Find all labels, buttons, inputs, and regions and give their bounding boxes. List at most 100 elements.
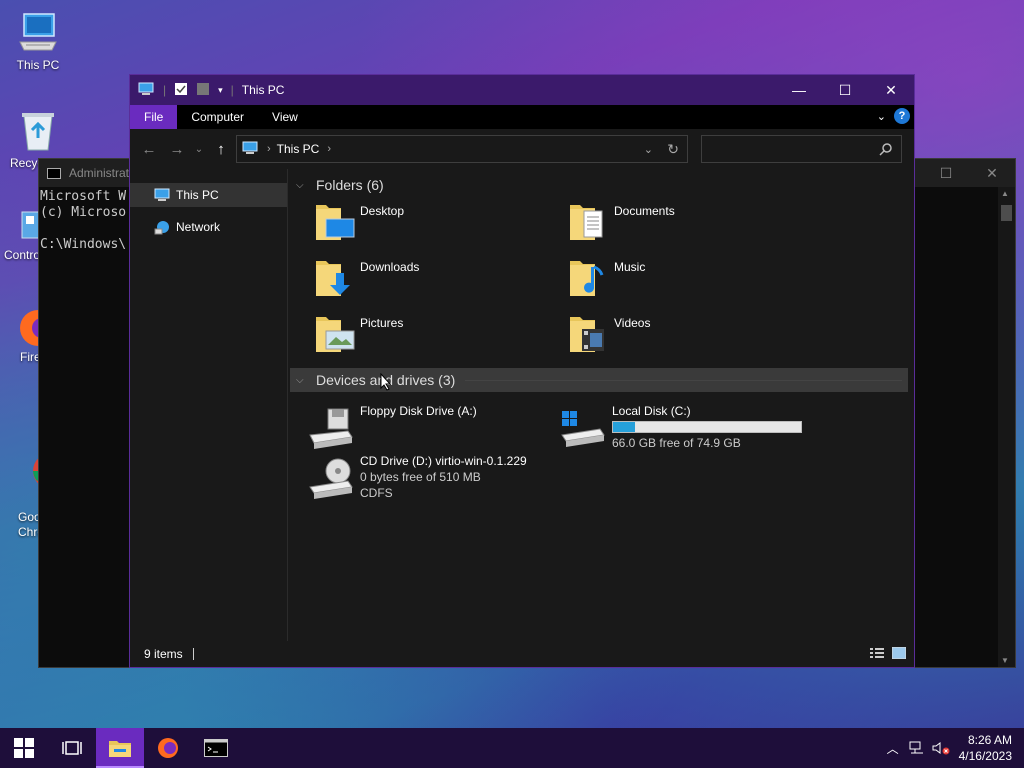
help-icon[interactable]: ? (894, 108, 910, 124)
chevron-down-icon[interactable]: ⌵ (296, 180, 310, 191)
sidebar-item-network[interactable]: Network (130, 215, 287, 239)
music-folder-icon (568, 255, 610, 299)
sidebar-item-this-pc[interactable]: This PC (130, 183, 287, 207)
this-pc-address-icon (241, 141, 259, 158)
show-hidden-icons-icon[interactable]: ︿ (881, 740, 905, 757)
tab-file[interactable]: File (130, 105, 178, 129)
start-button[interactable] (0, 728, 48, 768)
chevron-right-icon[interactable]: › (327, 143, 331, 155)
downloads-folder-icon (314, 255, 356, 299)
new-folder-icon[interactable] (196, 82, 210, 99)
tab-view[interactable]: View (258, 105, 312, 129)
drive-label: Floppy Disk Drive (A:) (360, 404, 477, 418)
taskbar: ︿ 8:26 AM 4/16/2023 (0, 728, 1024, 768)
folder-label: Downloads (360, 260, 420, 274)
group-title: Folders (6) (316, 177, 384, 193)
folder-desktop[interactable]: Desktop (314, 199, 554, 249)
navigation-bar: ← → ⌄ ↑ › This PC › ⌄ ↻ (130, 129, 914, 169)
desktop-icon-label: Goo Chro (18, 510, 45, 539)
recent-locations-icon[interactable]: ⌄ (191, 135, 207, 163)
clock-time: 8:26 AM (967, 733, 1012, 747)
firefox-icon (158, 738, 178, 758)
search-input[interactable] (701, 135, 902, 163)
explorer-title-bar[interactable]: | ▾ | This PC — ☐ ✕ (130, 75, 914, 105)
chevron-right-icon[interactable]: › (267, 143, 271, 155)
forward-button[interactable]: → (163, 135, 191, 163)
drive-local-c[interactable]: Local Disk (C:) 66.0 GB free of 74.9 GB (560, 403, 810, 459)
task-view-icon (62, 741, 82, 755)
desktop-icon-label: This PC (16, 58, 60, 72)
windows-logo-icon (14, 738, 34, 758)
desktop-icon-firefox[interactable]: Fire (0, 306, 56, 364)
tab-computer[interactable]: Computer (177, 105, 258, 129)
large-icons-view-icon[interactable] (891, 646, 907, 662)
chevron-down-icon[interactable]: ⌄ (644, 143, 653, 156)
desktop-icon-label: Fire (20, 350, 41, 364)
maximize-button[interactable]: ☐ (822, 75, 868, 105)
cmd-scroll-thumb[interactable] (1001, 205, 1012, 221)
folders-group-header[interactable]: ⌵ Folders (6) (290, 173, 908, 197)
cmd-maximize-button[interactable]: ☐ (923, 159, 969, 187)
expand-ribbon-icon[interactable]: ⌄ (877, 110, 886, 123)
up-button[interactable]: ↑ (207, 135, 235, 163)
drive-filesystem: CDFS (360, 486, 393, 500)
computer-icon (154, 188, 170, 202)
drive-label: CD Drive (D:) virtio-win-0.1.229 (360, 454, 527, 468)
chevron-down-icon[interactable]: ⌵ (296, 375, 310, 386)
task-view-button[interactable] (48, 728, 96, 768)
folder-videos[interactable]: Videos (568, 311, 808, 361)
cmd-close-button[interactable]: ✕ (969, 159, 1015, 187)
taskbar-file-explorer[interactable] (96, 728, 144, 768)
close-button[interactable]: ✕ (868, 75, 914, 105)
cmd-scrollbar[interactable]: ▲ ▼ (998, 187, 1015, 667)
folder-music[interactable]: Music (568, 255, 808, 305)
scroll-up-icon[interactable]: ▲ (1001, 189, 1009, 198)
drive-label: Local Disk (C:) (612, 404, 691, 418)
folder-label: Pictures (360, 316, 404, 330)
folder-downloads[interactable]: Downloads (314, 255, 554, 305)
content-pane[interactable]: ⌵ Folders (6) Desktop Documents Download… (288, 169, 914, 641)
search-icon[interactable] (879, 142, 893, 159)
drive-floppy[interactable]: Floppy Disk Drive (A:) (308, 403, 558, 459)
taskbar-command-prompt[interactable] (192, 728, 240, 768)
volume-muted-icon[interactable] (929, 741, 953, 755)
status-separator (192, 648, 194, 660)
group-divider (465, 379, 902, 381)
folder-documents[interactable]: Documents (568, 199, 808, 249)
system-tray: ︿ 8:26 AM 4/16/2023 (881, 728, 1024, 768)
desktop-folder-icon (314, 199, 356, 243)
local-disk-icon (560, 407, 606, 449)
drive-cd-d[interactable]: CD Drive (D:) virtio-win-0.1.229 0 bytes… (308, 453, 558, 509)
customize-qat-icon[interactable]: ▾ (218, 85, 223, 96)
properties-icon[interactable] (174, 82, 188, 99)
folder-pictures[interactable]: Pictures (314, 311, 554, 361)
cmd-title: Administrat (69, 166, 130, 180)
drive-free-space: 0 bytes free of 510 MB (360, 470, 481, 484)
this-pc-small-icon (137, 82, 155, 99)
folder-label: Documents (614, 204, 675, 218)
scroll-down-icon[interactable]: ▼ (1001, 656, 1009, 665)
window-title: This PC (241, 83, 285, 97)
refresh-icon[interactable]: ↻ (667, 141, 679, 158)
file-explorer-window[interactable]: | ▾ | This PC — ☐ ✕ File Computer View ⌄… (129, 74, 915, 668)
file-explorer-icon (109, 741, 131, 757)
taskbar-clock[interactable]: 8:26 AM 4/16/2023 (953, 732, 1024, 764)
details-view-icon[interactable] (870, 647, 884, 662)
folder-label: Music (614, 260, 646, 274)
back-button[interactable]: ← (135, 135, 163, 163)
disk-usage-bar (612, 421, 802, 433)
desktop-icon-chrome[interactable]: Goo Chro (0, 404, 70, 555)
folder-label: Desktop (360, 204, 405, 218)
network-icon (154, 220, 170, 235)
drive-free-space: 66.0 GB free of 74.9 GB (612, 436, 741, 450)
desktop-icon-control-panel[interactable]: Contro (0, 210, 49, 262)
separator-icon: | (230, 83, 234, 97)
separator-icon: | (163, 83, 167, 97)
command-prompt-icon (204, 739, 228, 757)
taskbar-firefox[interactable] (144, 728, 192, 768)
breadcrumb-this-pc[interactable]: This PC (277, 142, 320, 156)
address-bar[interactable]: › This PC › ⌄ ↻ (236, 135, 688, 163)
desktop-icon-this-pc[interactable]: This PC (0, 10, 76, 72)
minimize-button[interactable]: — (776, 75, 822, 105)
network-tray-icon[interactable] (905, 741, 929, 755)
